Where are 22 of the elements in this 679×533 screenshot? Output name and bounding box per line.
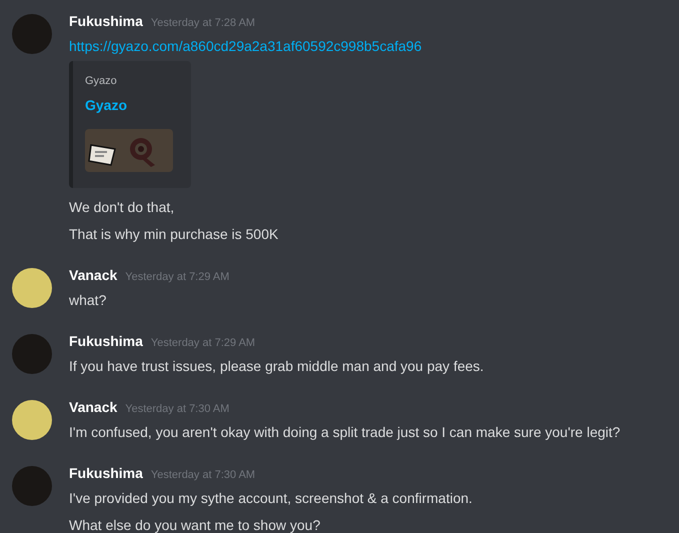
timestamp: Yesterday at 7:28 AM [150, 17, 256, 29]
embed-title[interactable]: Gyazo [85, 97, 128, 113]
timestamp: Yesterday at 7:30 AM [125, 403, 230, 415]
avatar[interactable] [12, 400, 52, 440]
username[interactable]: Vanack [69, 267, 118, 283]
username[interactable]: Fukushima [69, 13, 143, 29]
message-text: I've provided you my sythe account, screenshot & a confirmation. [69, 489, 472, 508]
timestamp: Yesterday at 7:29 AM [150, 337, 256, 349]
message-text: If you have trust issues, please grab middle man and you pay fees. [69, 357, 484, 376]
avatar[interactable] [12, 268, 52, 308]
timestamp: Yesterday at 7:30 AM [150, 469, 256, 481]
message-text: We don't do that, [69, 198, 176, 217]
message-text: I'm confused, you aren't okay with doing a split trade just so I can make sure you're legit? [69, 423, 620, 442]
username[interactable]: Fukushima [69, 333, 143, 349]
message-text: What else do you want me to show you? [69, 516, 322, 533]
message-link[interactable]: https://gyazo.com/a860cd29a2a31af60592c998b5cafa96 [69, 38, 422, 54]
username[interactable]: Fukushima [69, 465, 143, 481]
username[interactable]: Vanack [69, 399, 118, 415]
embed-provider: Gyazo [85, 75, 117, 87]
timestamp: Yesterday at 7:29 AM [125, 271, 230, 283]
message-text: what? [69, 291, 108, 310]
message-text: That is why min purchase is 500K [69, 225, 280, 244]
